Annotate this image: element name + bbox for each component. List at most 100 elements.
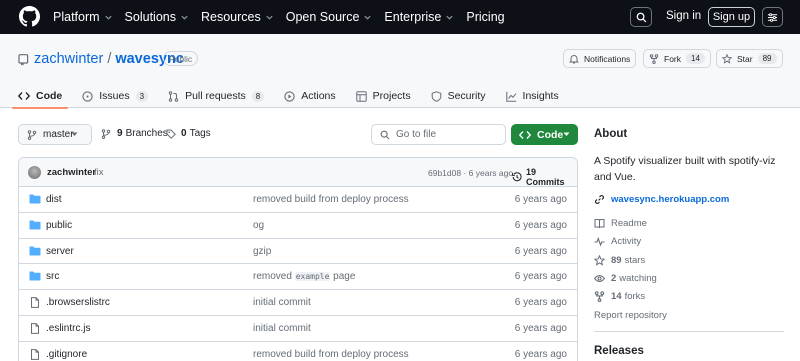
readme-link[interactable]: Readme xyxy=(594,218,647,229)
activity-label: Activity xyxy=(611,236,642,247)
chevron-down-icon xyxy=(181,15,188,20)
table-row[interactable]: .browserslistrc initial commit 6 years a… xyxy=(19,290,577,316)
tab-issues[interactable]: Issues 3 xyxy=(82,85,149,107)
table-row[interactable]: public og 6 years ago xyxy=(19,213,577,239)
file-commit-message[interactable]: removed example page xyxy=(253,271,355,282)
star-label: Star xyxy=(737,53,753,64)
website-link[interactable]: wavesync.herokuapp.com xyxy=(594,194,729,205)
history-icon xyxy=(512,172,522,182)
go-to-file-placeholder: Go to file xyxy=(396,129,437,140)
github-logo-icon[interactable] xyxy=(19,6,40,27)
tab-code[interactable]: Code xyxy=(11,85,69,109)
nav-label: Platform xyxy=(53,10,100,24)
table-row[interactable]: .gitignore removed build from deploy pro… xyxy=(19,342,577,361)
file-name[interactable]: public xyxy=(46,220,72,231)
tab-projects[interactable]: Projects xyxy=(355,85,411,107)
search-icon xyxy=(636,12,646,22)
tab-label: Issues xyxy=(99,90,130,102)
about-description: A Spotify visualizer built with spotify-… xyxy=(594,155,776,183)
repo-icon xyxy=(18,54,29,66)
releases-heading[interactable]: Releases xyxy=(594,345,644,357)
go-to-file-input[interactable]: Go to file xyxy=(371,124,506,145)
stars-label: stars xyxy=(624,255,646,266)
notifications-button[interactable]: Notifications xyxy=(563,49,637,68)
table-row[interactable]: dist removed build from deploy process 6… xyxy=(19,187,577,213)
tags-link[interactable]: 0 Tags xyxy=(166,128,211,139)
branch-icon xyxy=(27,129,37,140)
code-dropdown-button[interactable]: Code xyxy=(511,124,578,145)
message-text: removed xyxy=(253,271,295,283)
file-commit-message[interactable]: removed build from deploy process xyxy=(253,349,409,360)
table-row[interactable]: src removed example page 6 years ago xyxy=(19,264,577,291)
file-browser: zachwinter fix 69b1d08 · 6 years ago 19 … xyxy=(18,157,578,361)
nav-pricing[interactable]: Pricing xyxy=(466,10,504,24)
branches-label: Branches xyxy=(125,128,168,139)
folder-icon xyxy=(29,271,41,281)
watching-link[interactable]: 2 watching xyxy=(594,273,657,284)
sign-up-button[interactable]: Sign up xyxy=(708,7,755,27)
watching-label: watching xyxy=(619,273,657,284)
nav-label: Resources xyxy=(200,10,261,24)
commit-meta[interactable]: 69b1d08 · 6 years ago xyxy=(428,168,513,178)
report-repository-link[interactable]: Report repository xyxy=(594,310,667,321)
about-heading: About xyxy=(594,128,628,140)
tab-label: Projects xyxy=(372,90,411,102)
nav-enterprise[interactable]: Enterprise xyxy=(384,10,454,24)
notifications-label: Notifications xyxy=(584,53,631,64)
commits-link[interactable]: 19 Commits xyxy=(512,167,577,187)
file-time: 6 years ago xyxy=(514,322,567,334)
file-time: 6 years ago xyxy=(514,245,567,257)
file-commit-message[interactable]: initial commit xyxy=(253,323,311,334)
commit-author[interactable]: zachwinter xyxy=(47,167,96,178)
commit-message[interactable]: fix xyxy=(94,167,104,178)
file-name[interactable]: .browserslistrc xyxy=(46,297,110,308)
branch-selector[interactable]: master xyxy=(18,124,92,145)
website-url: wavesync.herokuapp.com xyxy=(611,194,730,205)
fork-count: 14 xyxy=(686,53,705,64)
nav-resources[interactable]: Resources xyxy=(201,10,274,24)
tab-insights[interactable]: Insights xyxy=(505,85,559,107)
tag-icon xyxy=(166,129,176,139)
repo-header: zachwinter / wavesync Public Notificatio… xyxy=(0,34,800,109)
nav-platform[interactable]: Platform xyxy=(53,10,113,24)
message-text: initial commit xyxy=(253,297,311,309)
star-button[interactable]: Star 89 xyxy=(716,49,783,68)
eye-icon xyxy=(594,275,605,282)
tab-pull-requests[interactable]: Pull requests 8 xyxy=(168,85,265,107)
tab-label: Code xyxy=(36,90,63,102)
sign-in-link[interactable]: Sign in xyxy=(666,10,701,22)
activity-link[interactable]: Activity xyxy=(594,236,641,247)
nav-solutions[interactable]: Solutions xyxy=(125,10,189,24)
search-icon xyxy=(380,130,390,139)
chevron-down-icon xyxy=(446,15,454,20)
message-text: gzip xyxy=(253,245,272,257)
header-search-button[interactable] xyxy=(630,7,652,27)
file-commit-message[interactable]: initial commit xyxy=(253,297,311,308)
file-commit-message[interactable]: og xyxy=(253,220,264,231)
table-row[interactable]: server gzip 6 years ago xyxy=(19,239,577,265)
tab-label: Actions xyxy=(301,90,336,102)
file-name[interactable]: dist xyxy=(46,194,62,205)
forks-link[interactable]: 14 forks xyxy=(594,291,645,302)
watching-count: 2 xyxy=(611,273,617,284)
file-commit-message[interactable]: removed build from deploy process xyxy=(253,194,409,205)
tab-security[interactable]: Security xyxy=(431,85,486,107)
avatar[interactable] xyxy=(28,166,41,179)
tab-label: Insights xyxy=(522,90,559,102)
repo-owner-link[interactable]: zachwinter xyxy=(34,51,103,67)
sliders-icon xyxy=(767,12,778,22)
fork-button[interactable]: Fork 14 xyxy=(643,49,711,68)
file-name[interactable]: server xyxy=(46,246,74,257)
branches-link[interactable]: 9 Branches xyxy=(101,128,168,139)
folder-icon xyxy=(29,246,41,256)
nav-open-source[interactable]: Open Source xyxy=(286,10,373,24)
table-row[interactable]: .eslintrc.js initial commit 6 years ago xyxy=(19,316,577,342)
settings-menu-button[interactable] xyxy=(762,7,783,27)
stars-link[interactable]: 89 stars xyxy=(594,255,645,266)
tab-actions[interactable]: Actions xyxy=(284,85,336,107)
file-name[interactable]: .gitignore xyxy=(46,349,87,360)
visibility-badge: Public xyxy=(163,51,199,66)
file-commit-message[interactable]: gzip xyxy=(253,246,271,257)
file-name[interactable]: src xyxy=(46,271,59,282)
file-name[interactable]: .eslintrc.js xyxy=(46,323,90,334)
